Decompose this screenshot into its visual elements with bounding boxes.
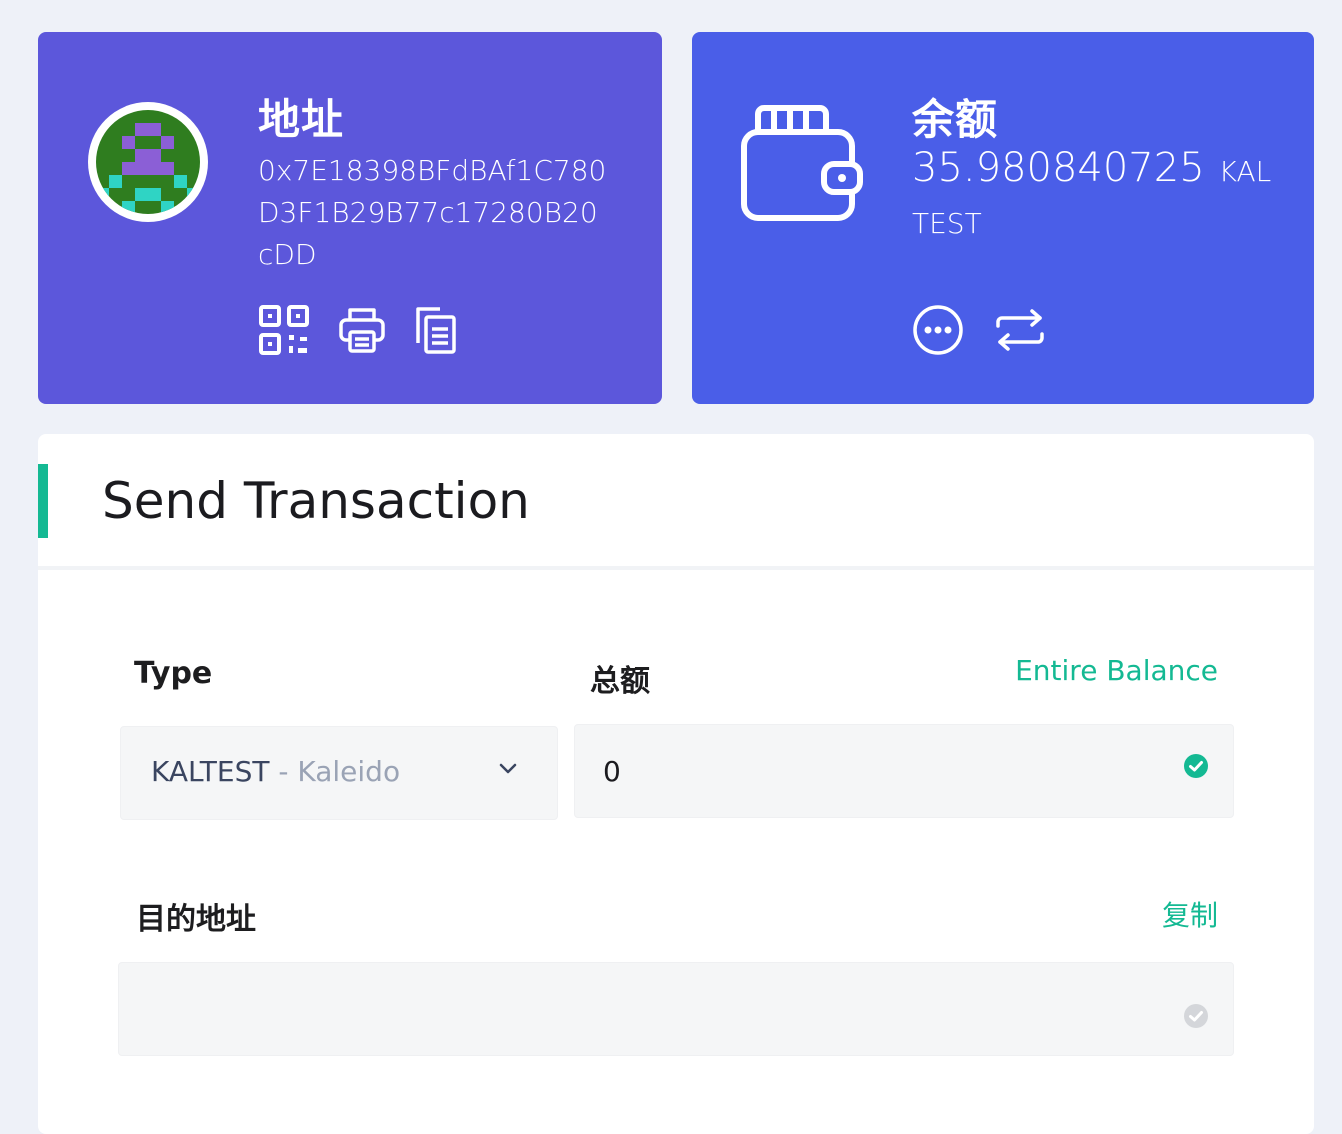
valid-check-icon bbox=[1183, 753, 1209, 779]
printer-icon[interactable] bbox=[338, 306, 386, 354]
select-network: Kaleido bbox=[297, 755, 401, 788]
paste-link[interactable]: 复制 bbox=[1162, 894, 1218, 934]
address-card: 地址 0x7E18398BFdBAf1C780D3F1B29B77c17280B… bbox=[38, 32, 662, 404]
panel-title: Send Transaction bbox=[102, 472, 530, 530]
amount-label: 总额 bbox=[590, 664, 650, 699]
destination-address-input[interactable] bbox=[118, 962, 1234, 1056]
amount-input[interactable]: 0 bbox=[574, 724, 1234, 818]
address-title: 地址 bbox=[258, 95, 345, 144]
more-icon[interactable] bbox=[912, 304, 964, 356]
balance-card: 余额 35.980840725 KAL TEST bbox=[692, 32, 1314, 404]
entire-balance-link[interactable]: Entire Balance bbox=[1015, 654, 1218, 687]
select-value: KALTEST - Kaleido bbox=[151, 755, 400, 788]
send-transaction-panel: Send Transaction Type 总额 Entire Balance … bbox=[38, 434, 1314, 1134]
wallet-icon bbox=[740, 102, 864, 226]
chevron-down-icon bbox=[499, 763, 517, 775]
select-separator: - bbox=[269, 755, 298, 788]
type-label: Type bbox=[134, 656, 213, 691]
identicon-avatar bbox=[88, 102, 208, 222]
qr-code-icon[interactable] bbox=[258, 304, 310, 356]
balance-actions bbox=[912, 304, 1046, 356]
destination-label: 目的地址 bbox=[136, 902, 256, 937]
panel-header: Send Transaction bbox=[38, 434, 1314, 570]
token-type-select[interactable]: KALTEST - Kaleido bbox=[120, 726, 558, 820]
swap-icon[interactable] bbox=[994, 308, 1046, 352]
balance-value: 35.980840725 bbox=[912, 145, 1205, 191]
balance-amount: 35.980840725 KAL TEST bbox=[912, 144, 1292, 252]
accent-bar bbox=[38, 464, 48, 538]
balance-title: 余额 bbox=[912, 95, 999, 144]
address-actions bbox=[258, 304, 458, 356]
wallet-address: 0x7E18398BFdBAf1C780D3F1B29B77c17280B20c… bbox=[258, 154, 607, 271]
select-token: KALTEST bbox=[151, 755, 270, 788]
amount-value: 0 bbox=[603, 755, 621, 788]
check-icon bbox=[1183, 1003, 1209, 1029]
copy-icon[interactable] bbox=[414, 305, 458, 355]
